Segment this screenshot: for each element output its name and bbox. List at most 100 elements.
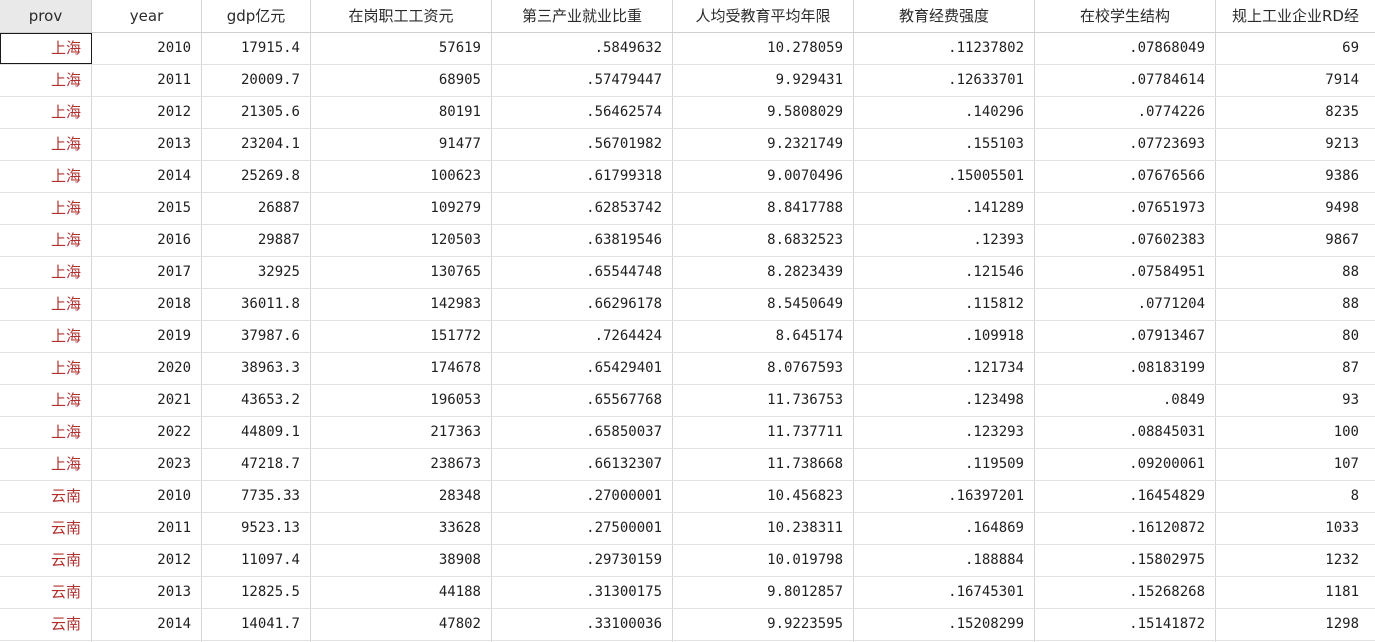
cell-year[interactable]: 2010 (92, 33, 202, 64)
cell-year[interactable]: 2014 (92, 161, 202, 192)
cell-tertiary[interactable]: .27000001 (492, 481, 673, 512)
cell-prov[interactable]: 云南 (0, 481, 92, 512)
cell-tertiary[interactable]: .56701982 (492, 129, 673, 160)
cell-tertiary[interactable]: .56462574 (492, 97, 673, 128)
cell-student_struct[interactable]: .15141872 (1035, 609, 1216, 640)
cell-prov[interactable]: 上海 (0, 193, 92, 224)
cell-edu_years[interactable]: 11.737711 (673, 417, 854, 448)
cell-student_struct[interactable]: .16120872 (1035, 513, 1216, 544)
cell-tertiary[interactable]: .66296178 (492, 289, 673, 320)
cell-wage[interactable]: 44188 (311, 577, 492, 608)
column-header-tertiary[interactable]: 第三产业就业比重 (492, 0, 673, 32)
cell-edu_funding[interactable]: .12393 (854, 225, 1035, 256)
cell-student_struct[interactable]: .09200061 (1035, 449, 1216, 480)
cell-year[interactable]: 2011 (92, 513, 202, 544)
cell-year[interactable]: 2014 (92, 609, 202, 640)
cell-tertiary[interactable]: .62853742 (492, 193, 673, 224)
cell-prov[interactable]: 上海 (0, 129, 92, 160)
cell-edu_funding[interactable]: .121734 (854, 353, 1035, 384)
cell-gdp[interactable]: 26887 (202, 193, 311, 224)
cell-edu_years[interactable]: 8.8417788 (673, 193, 854, 224)
cell-wage[interactable]: 80191 (311, 97, 492, 128)
cell-prov[interactable]: 上海 (0, 449, 92, 480)
cell-wage[interactable]: 33628 (311, 513, 492, 544)
cell-student_struct[interactable]: .07723693 (1035, 129, 1216, 160)
cell-year[interactable]: 2013 (92, 577, 202, 608)
cell-gdp[interactable]: 14041.7 (202, 609, 311, 640)
cell-edu_years[interactable]: 10.278059 (673, 33, 854, 64)
cell-rd[interactable]: 87 (1216, 353, 1375, 384)
cell-wage[interactable]: 238673 (311, 449, 492, 480)
cell-edu_funding[interactable]: .155103 (854, 129, 1035, 160)
cell-edu_years[interactable]: 8.645174 (673, 321, 854, 352)
cell-prov[interactable]: 云南 (0, 577, 92, 608)
cell-rd[interactable]: 7914 (1216, 65, 1375, 96)
cell-prov[interactable]: 上海 (0, 353, 92, 384)
cell-gdp[interactable]: 47218.7 (202, 449, 311, 480)
cell-wage[interactable]: 109279 (311, 193, 492, 224)
cell-gdp[interactable]: 43653.2 (202, 385, 311, 416)
cell-gdp[interactable]: 23204.1 (202, 129, 311, 160)
cell-gdp[interactable]: 25269.8 (202, 161, 311, 192)
cell-rd[interactable]: 8235 (1216, 97, 1375, 128)
cell-edu_years[interactable]: 9.0070496 (673, 161, 854, 192)
cell-rd[interactable]: 100 (1216, 417, 1375, 448)
column-header-student_struct[interactable]: 在校学生结构 (1035, 0, 1216, 32)
cell-gdp[interactable]: 32925 (202, 257, 311, 288)
cell-edu_funding[interactable]: .11237802 (854, 33, 1035, 64)
cell-edu_funding[interactable]: .123498 (854, 385, 1035, 416)
cell-edu_years[interactable]: 11.736753 (673, 385, 854, 416)
cell-edu_years[interactable]: 10.456823 (673, 481, 854, 512)
cell-edu_funding[interactable]: .119509 (854, 449, 1035, 480)
cell-rd[interactable]: 80 (1216, 321, 1375, 352)
cell-rd[interactable]: 8 (1216, 481, 1375, 512)
cell-edu_funding[interactable]: .188884 (854, 545, 1035, 576)
cell-prov[interactable]: 上海 (0, 225, 92, 256)
cell-wage[interactable]: 100623 (311, 161, 492, 192)
cell-gdp[interactable]: 37987.6 (202, 321, 311, 352)
cell-edu_funding[interactable]: .16397201 (854, 481, 1035, 512)
column-header-edu_years[interactable]: 人均受教育平均年限 (673, 0, 854, 32)
cell-rd[interactable]: 9213 (1216, 129, 1375, 160)
cell-student_struct[interactable]: .0771204 (1035, 289, 1216, 320)
cell-gdp[interactable]: 21305.6 (202, 97, 311, 128)
cell-gdp[interactable]: 12825.5 (202, 577, 311, 608)
cell-student_struct[interactable]: .07913467 (1035, 321, 1216, 352)
column-header-rd[interactable]: 规上工业企业RD经 (1216, 0, 1375, 32)
cell-tertiary[interactable]: .27500001 (492, 513, 673, 544)
cell-rd[interactable]: 1181 (1216, 577, 1375, 608)
cell-prov[interactable]: 云南 (0, 513, 92, 544)
cell-edu_years[interactable]: 11.738668 (673, 449, 854, 480)
cell-rd[interactable]: 88 (1216, 289, 1375, 320)
cell-edu_years[interactable]: 9.8012857 (673, 577, 854, 608)
cell-rd[interactable]: 69 (1216, 33, 1375, 64)
cell-gdp[interactable]: 20009.7 (202, 65, 311, 96)
cell-edu_funding[interactable]: .109918 (854, 321, 1035, 352)
cell-year[interactable]: 2017 (92, 257, 202, 288)
cell-prov[interactable]: 上海 (0, 161, 92, 192)
cell-edu_years[interactable]: 8.0767593 (673, 353, 854, 384)
cell-edu_years[interactable]: 8.5450649 (673, 289, 854, 320)
cell-edu_funding[interactable]: .141289 (854, 193, 1035, 224)
cell-prov[interactable]: 上海 (0, 257, 92, 288)
column-header-wage[interactable]: 在岗职工工资元 (311, 0, 492, 32)
cell-tertiary[interactable]: .65850037 (492, 417, 673, 448)
cell-tertiary[interactable]: .63819546 (492, 225, 673, 256)
cell-edu_funding[interactable]: .121546 (854, 257, 1035, 288)
cell-student_struct[interactable]: .07676566 (1035, 161, 1216, 192)
cell-wage[interactable]: 68905 (311, 65, 492, 96)
cell-edu_years[interactable]: 8.6832523 (673, 225, 854, 256)
cell-edu_years[interactable]: 9.929431 (673, 65, 854, 96)
cell-rd[interactable]: 9386 (1216, 161, 1375, 192)
cell-wage[interactable]: 142983 (311, 289, 492, 320)
cell-prov[interactable]: 上海 (0, 33, 92, 64)
cell-gdp[interactable]: 9523.13 (202, 513, 311, 544)
cell-student_struct[interactable]: .0774226 (1035, 97, 1216, 128)
cell-year[interactable]: 2011 (92, 65, 202, 96)
cell-student_struct[interactable]: .15268268 (1035, 577, 1216, 608)
cell-student_struct[interactable]: .08845031 (1035, 417, 1216, 448)
cell-edu_funding[interactable]: .15208299 (854, 609, 1035, 640)
cell-year[interactable]: 2019 (92, 321, 202, 352)
cell-year[interactable]: 2015 (92, 193, 202, 224)
cell-wage[interactable]: 47802 (311, 609, 492, 640)
